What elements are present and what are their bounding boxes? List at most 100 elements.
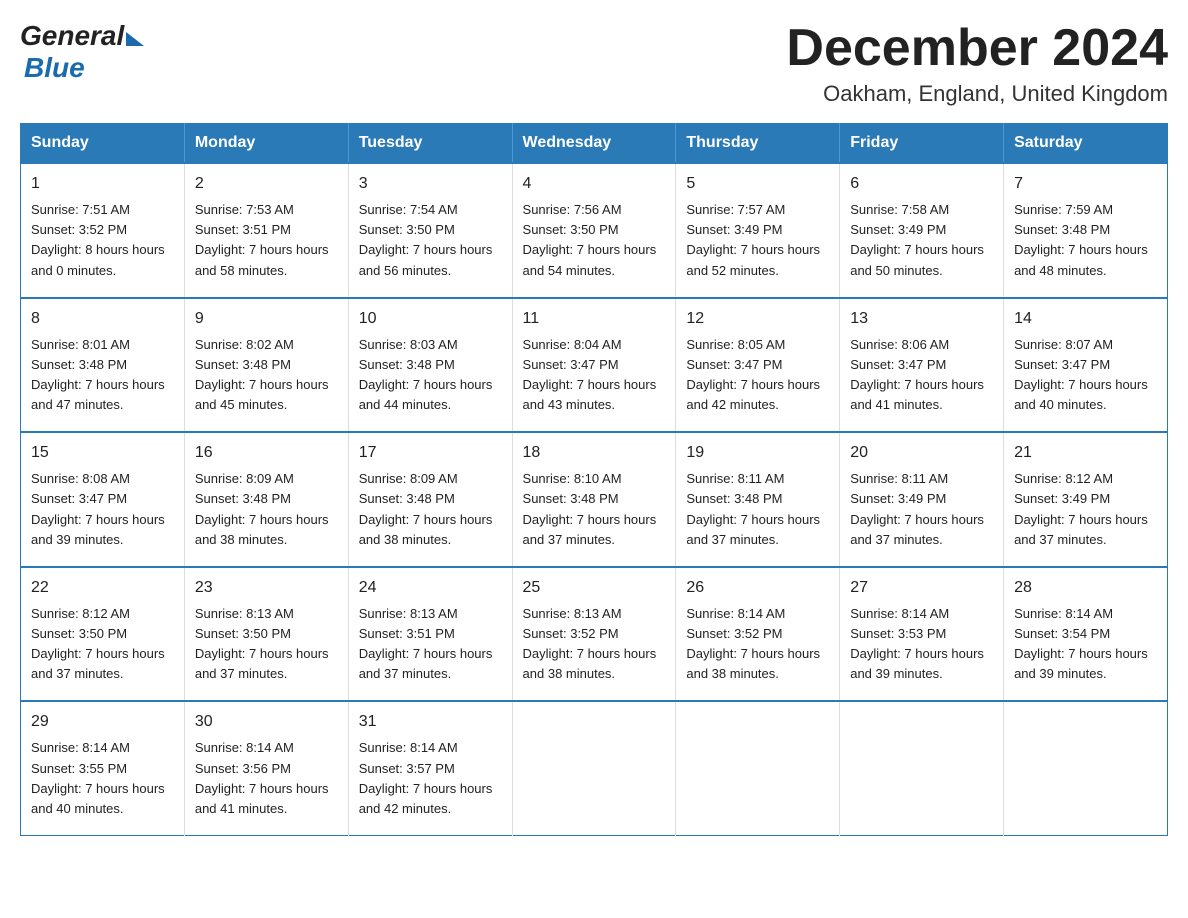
calendar-week-2: 8 Sunrise: 8:01 AMSunset: 3:48 PMDaylight… bbox=[21, 298, 1168, 433]
calendar-table: SundayMondayTuesdayWednesdayThursdayFrid… bbox=[20, 123, 1168, 836]
calendar-cell: 17Sunrise: 8:09 AMSunset: 3:48 PMDayligh… bbox=[348, 432, 512, 567]
calendar-header-row: SundayMondayTuesdayWednesdayThursdayFrid… bbox=[21, 124, 1168, 164]
weekday-header-tuesday: Tuesday bbox=[348, 124, 512, 164]
calendar-cell: 14 Sunrise: 8:07 AMSunset: 3:47 PMDayligh… bbox=[1004, 298, 1168, 433]
calendar-cell: 22 Sunrise: 8:12 AMSunset: 3:50 PMDayligh… bbox=[21, 567, 185, 702]
day-number: 27 bbox=[850, 576, 993, 600]
day-number: 8 bbox=[31, 307, 174, 331]
day-number: 21 bbox=[1014, 441, 1157, 465]
calendar-cell: 21 Sunrise: 8:12 AMSunset: 3:49 PMDayligh… bbox=[1004, 432, 1168, 567]
calendar-cell bbox=[512, 701, 676, 835]
day-number: 23 bbox=[195, 576, 338, 600]
day-info: Sunrise: 8:09 AMSunset: 3:48 PMDaylight:… bbox=[195, 469, 338, 550]
day-number: 28 bbox=[1014, 576, 1157, 600]
day-info: Sunrise: 8:12 AMSunset: 3:49 PMDaylight:… bbox=[1014, 469, 1157, 550]
day-number: 31 bbox=[359, 710, 502, 734]
day-number: 30 bbox=[195, 710, 338, 734]
day-info: Sunrise: 7:51 AMSunset: 3:52 PMDaylight:… bbox=[31, 200, 174, 281]
day-number: 10 bbox=[359, 307, 502, 331]
calendar-cell: 13 Sunrise: 8:06 AMSunset: 3:47 PMDayligh… bbox=[840, 298, 1004, 433]
day-info: Sunrise: 7:58 AMSunset: 3:49 PMDaylight:… bbox=[850, 200, 993, 281]
weekday-header-wednesday: Wednesday bbox=[512, 124, 676, 164]
day-info: Sunrise: 7:53 AMSunset: 3:51 PMDaylight:… bbox=[195, 200, 338, 281]
logo-blue-text: Blue bbox=[24, 52, 85, 84]
day-number: 12 bbox=[686, 307, 829, 331]
calendar-cell: 8 Sunrise: 8:01 AMSunset: 3:48 PMDaylight… bbox=[21, 298, 185, 433]
day-info: Sunrise: 8:11 AMSunset: 3:49 PMDaylight:… bbox=[850, 469, 993, 550]
weekday-header-friday: Friday bbox=[840, 124, 1004, 164]
title-section: December 2024 Oakham, England, United Ki… bbox=[786, 20, 1168, 107]
day-info: Sunrise: 8:13 AMSunset: 3:50 PMDaylight:… bbox=[195, 604, 338, 685]
calendar-cell: 7Sunrise: 7:59 AMSunset: 3:48 PMDaylight… bbox=[1004, 163, 1168, 298]
calendar-cell: 28 Sunrise: 8:14 AMSunset: 3:54 PMDayligh… bbox=[1004, 567, 1168, 702]
calendar-cell: 24 Sunrise: 8:13 AMSunset: 3:51 PMDayligh… bbox=[348, 567, 512, 702]
day-info: Sunrise: 8:07 AMSunset: 3:47 PMDaylight:… bbox=[1014, 335, 1157, 416]
calendar-cell bbox=[840, 701, 1004, 835]
day-info: Sunrise: 8:06 AMSunset: 3:47 PMDaylight:… bbox=[850, 335, 993, 416]
day-info: Sunrise: 8:01 AMSunset: 3:48 PMDaylight:… bbox=[31, 335, 174, 416]
day-number: 22 bbox=[31, 576, 174, 600]
day-number: 15 bbox=[31, 441, 174, 465]
day-info: Sunrise: 8:04 AMSunset: 3:47 PMDaylight:… bbox=[523, 335, 666, 416]
day-info: Sunrise: 8:12 AMSunset: 3:50 PMDaylight:… bbox=[31, 604, 174, 685]
day-info: Sunrise: 8:14 AMSunset: 3:56 PMDaylight:… bbox=[195, 738, 338, 819]
day-number: 17 bbox=[359, 441, 502, 465]
calendar-cell: 5 Sunrise: 7:57 AMSunset: 3:49 PMDaylight… bbox=[676, 163, 840, 298]
calendar-cell: 1 Sunrise: 7:51 AMSunset: 3:52 PMDaylight… bbox=[21, 163, 185, 298]
calendar-cell: 26 Sunrise: 8:14 AMSunset: 3:52 PMDayligh… bbox=[676, 567, 840, 702]
weekday-header-sunday: Sunday bbox=[21, 124, 185, 164]
weekday-header-monday: Monday bbox=[184, 124, 348, 164]
month-title: December 2024 bbox=[786, 20, 1168, 77]
calendar-cell: 16 Sunrise: 8:09 AMSunset: 3:48 PMDayligh… bbox=[184, 432, 348, 567]
calendar-week-4: 22 Sunrise: 8:12 AMSunset: 3:50 PMDayligh… bbox=[21, 567, 1168, 702]
day-info: Sunrise: 8:11 AMSunset: 3:48 PMDaylight:… bbox=[686, 469, 829, 550]
calendar-week-1: 1 Sunrise: 7:51 AMSunset: 3:52 PMDaylight… bbox=[21, 163, 1168, 298]
calendar-cell: 29Sunrise: 8:14 AMSunset: 3:55 PMDayligh… bbox=[21, 701, 185, 835]
day-info: Sunrise: 8:13 AMSunset: 3:51 PMDaylight:… bbox=[359, 604, 502, 685]
day-number: 26 bbox=[686, 576, 829, 600]
calendar-cell: 11 Sunrise: 8:04 AMSunset: 3:47 PMDayligh… bbox=[512, 298, 676, 433]
calendar-cell bbox=[1004, 701, 1168, 835]
weekday-header-thursday: Thursday bbox=[676, 124, 840, 164]
day-number: 11 bbox=[523, 307, 666, 331]
calendar-cell: 6Sunrise: 7:58 AMSunset: 3:49 PMDaylight… bbox=[840, 163, 1004, 298]
day-number: 1 bbox=[31, 172, 174, 196]
calendar-cell bbox=[676, 701, 840, 835]
calendar-cell: 4 Sunrise: 7:56 AMSunset: 3:50 PMDaylight… bbox=[512, 163, 676, 298]
calendar-cell: 18 Sunrise: 8:10 AMSunset: 3:48 PMDayligh… bbox=[512, 432, 676, 567]
calendar-cell: 19Sunrise: 8:11 AMSunset: 3:48 PMDayligh… bbox=[676, 432, 840, 567]
day-info: Sunrise: 7:57 AMSunset: 3:49 PMDaylight:… bbox=[686, 200, 829, 281]
day-info: Sunrise: 8:14 AMSunset: 3:53 PMDaylight:… bbox=[850, 604, 993, 685]
logo: General Blue bbox=[20, 20, 144, 84]
day-info: Sunrise: 7:56 AMSunset: 3:50 PMDaylight:… bbox=[523, 200, 666, 281]
logo-general-text: General bbox=[20, 20, 124, 52]
day-number: 7 bbox=[1014, 172, 1157, 196]
calendar-cell: 31Sunrise: 8:14 AMSunset: 3:57 PMDayligh… bbox=[348, 701, 512, 835]
day-number: 5 bbox=[686, 172, 829, 196]
calendar-cell: 23 Sunrise: 8:13 AMSunset: 3:50 PMDayligh… bbox=[184, 567, 348, 702]
location: Oakham, England, United Kingdom bbox=[786, 81, 1168, 107]
day-info: Sunrise: 8:03 AMSunset: 3:48 PMDaylight:… bbox=[359, 335, 502, 416]
day-info: Sunrise: 8:14 AMSunset: 3:54 PMDaylight:… bbox=[1014, 604, 1157, 685]
day-number: 20 bbox=[850, 441, 993, 465]
day-number: 25 bbox=[523, 576, 666, 600]
day-number: 18 bbox=[523, 441, 666, 465]
day-number: 3 bbox=[359, 172, 502, 196]
day-number: 29 bbox=[31, 710, 174, 734]
day-number: 13 bbox=[850, 307, 993, 331]
day-number: 14 bbox=[1014, 307, 1157, 331]
weekday-header-saturday: Saturday bbox=[1004, 124, 1168, 164]
day-info: Sunrise: 8:13 AMSunset: 3:52 PMDaylight:… bbox=[523, 604, 666, 685]
day-info: Sunrise: 8:10 AMSunset: 3:48 PMDaylight:… bbox=[523, 469, 666, 550]
page-header: General Blue December 2024 Oakham, Engla… bbox=[20, 20, 1168, 107]
day-info: Sunrise: 8:14 AMSunset: 3:52 PMDaylight:… bbox=[686, 604, 829, 685]
day-number: 24 bbox=[359, 576, 502, 600]
day-info: Sunrise: 8:08 AMSunset: 3:47 PMDaylight:… bbox=[31, 469, 174, 550]
day-info: Sunrise: 8:05 AMSunset: 3:47 PMDaylight:… bbox=[686, 335, 829, 416]
calendar-week-3: 15 Sunrise: 8:08 AMSunset: 3:47 PMDayligh… bbox=[21, 432, 1168, 567]
day-info: Sunrise: 8:02 AMSunset: 3:48 PMDaylight:… bbox=[195, 335, 338, 416]
day-number: 16 bbox=[195, 441, 338, 465]
day-number: 4 bbox=[523, 172, 666, 196]
day-number: 9 bbox=[195, 307, 338, 331]
calendar-cell: 9 Sunrise: 8:02 AMSunset: 3:48 PMDaylight… bbox=[184, 298, 348, 433]
